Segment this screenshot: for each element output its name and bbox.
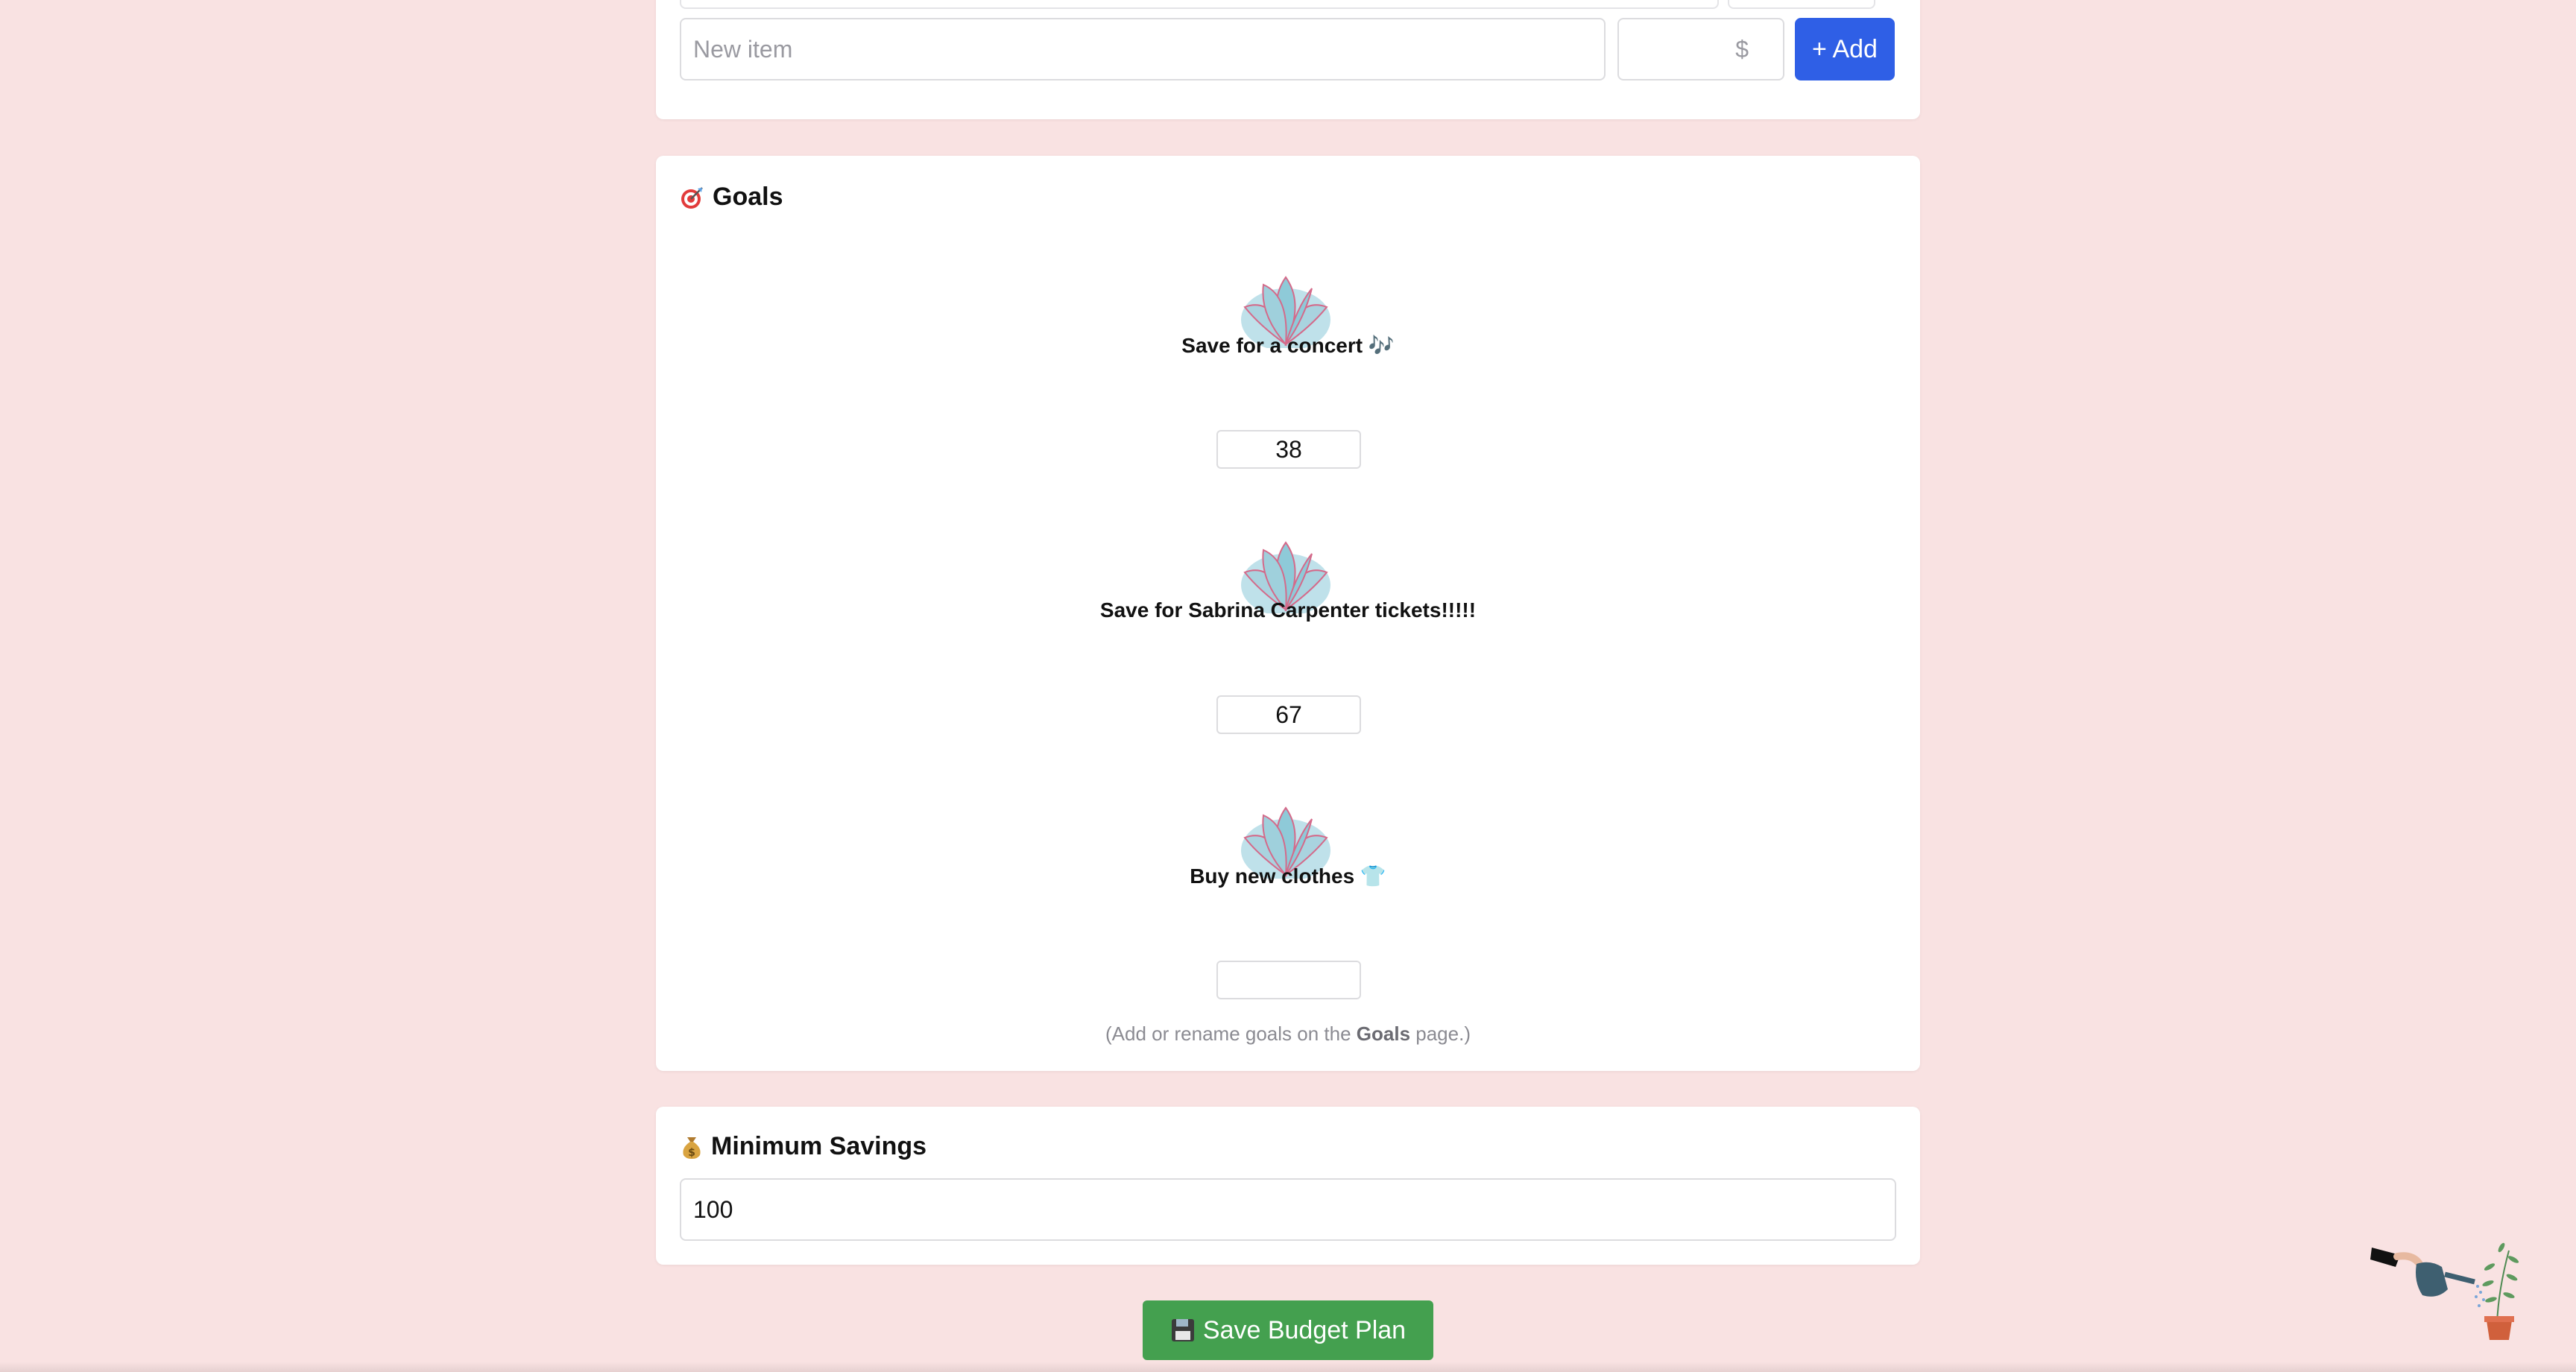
new-item-amount-input[interactable]	[1617, 18, 1784, 80]
goals-heading: Goals	[680, 183, 783, 212]
minimum-savings-heading: $ Minimum Savings	[680, 1132, 926, 1161]
money-bag-icon: $	[683, 1137, 701, 1159]
goals-hint-suffix: page.)	[1410, 1022, 1471, 1045]
target-icon	[681, 186, 703, 209]
item-name-field-previous[interactable]	[680, 0, 1719, 9]
goals-card: Goals Save for a concert 🎶 Save for Sabr…	[656, 156, 1920, 1071]
new-item-input[interactable]	[680, 18, 1606, 80]
floppy-disk-icon	[1171, 1319, 1194, 1341]
minimum-savings-card: $ Minimum Savings	[656, 1107, 1920, 1265]
goal-progress-input[interactable]	[1216, 430, 1361, 469]
goals-page-link[interactable]: Goals	[1357, 1022, 1410, 1045]
goal-progress-input[interactable]	[1216, 961, 1361, 999]
goal-label: Buy new clothes 👕	[1190, 864, 1386, 888]
save-budget-plan-label: Save Budget Plan	[1202, 1315, 1407, 1344]
minimum-savings-input[interactable]	[680, 1178, 1896, 1241]
save-budget-plan-button[interactable]: Save Budget Plan	[1143, 1300, 1433, 1360]
svg-text:$: $	[688, 1147, 695, 1159]
goal-label: Save for Sabrina Carpenter tickets!!!!!	[1099, 598, 1477, 622]
bottom-edge-shadow	[0, 1362, 2576, 1372]
goals-hint: (Add or rename goals on the Goals page.)	[656, 1022, 1920, 1046]
goals-hint-prefix: (Add or rename goals on the	[1105, 1022, 1357, 1045]
budget-items-card: + Add	[656, 0, 1920, 119]
goal-progress-input[interactable]	[1216, 695, 1361, 734]
goals-title: Goals	[713, 183, 783, 211]
watering-plant-illustration-icon	[2370, 1242, 2519, 1340]
goal-label: Save for a concert 🎶	[1181, 334, 1395, 357]
minimum-savings-title: Minimum Savings	[711, 1132, 927, 1160]
item-amount-field-previous[interactable]	[1728, 0, 1875, 9]
add-item-button[interactable]: + Add	[1795, 18, 1895, 80]
